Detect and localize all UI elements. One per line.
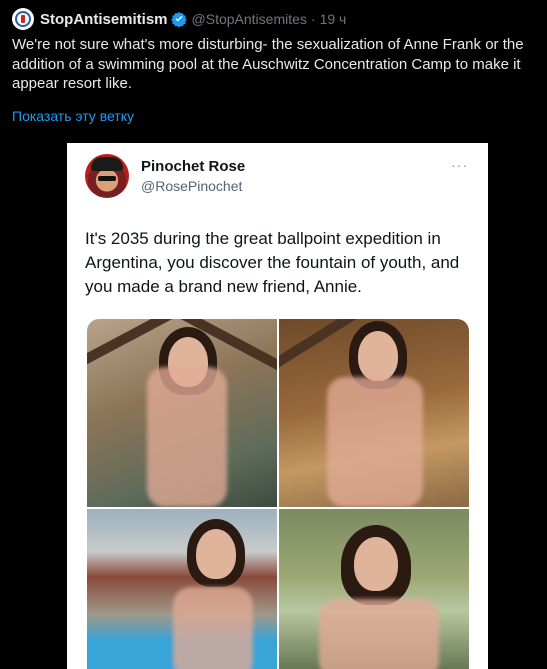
grid-image-barn — [279, 319, 469, 507]
embedded-tweet-image[interactable]: Pinochet Rose @RosePinochet ··· It's 203… — [67, 143, 488, 669]
timestamp[interactable]: 19 ч — [320, 11, 347, 27]
embedded-tweet-text: It's 2035 during the great ballpoint exp… — [85, 229, 460, 296]
tweet-text: We're not sure what's more disturbing- t… — [12, 36, 524, 92]
embedded-author-avatar — [85, 154, 129, 198]
more-options-icon: ··· — [451, 157, 468, 173]
tweet[interactable]: StopAntisemitism @StopAntisemites · 19 ч… — [0, 0, 547, 669]
author-name[interactable]: StopAntisemitism — [40, 11, 168, 28]
author-handle[interactable]: @StopAntisemites — [192, 11, 307, 27]
show-thread-link[interactable]: Показать эту ветку — [12, 108, 134, 124]
separator-dot: · — [310, 11, 316, 27]
grid-image-pool-building — [87, 509, 277, 669]
tweet-header: StopAntisemitism @StopAntisemites · 19 ч — [12, 8, 346, 30]
author-avatar[interactable] — [12, 8, 34, 30]
embedded-author-handle: @RosePinochet — [141, 178, 243, 194]
grid-image-attic — [87, 319, 277, 507]
grid-image-outdoor — [279, 509, 469, 669]
image-grid — [87, 319, 469, 669]
embedded-author-name: Pinochet Rose — [141, 158, 246, 175]
verified-badge-icon — [170, 12, 187, 27]
